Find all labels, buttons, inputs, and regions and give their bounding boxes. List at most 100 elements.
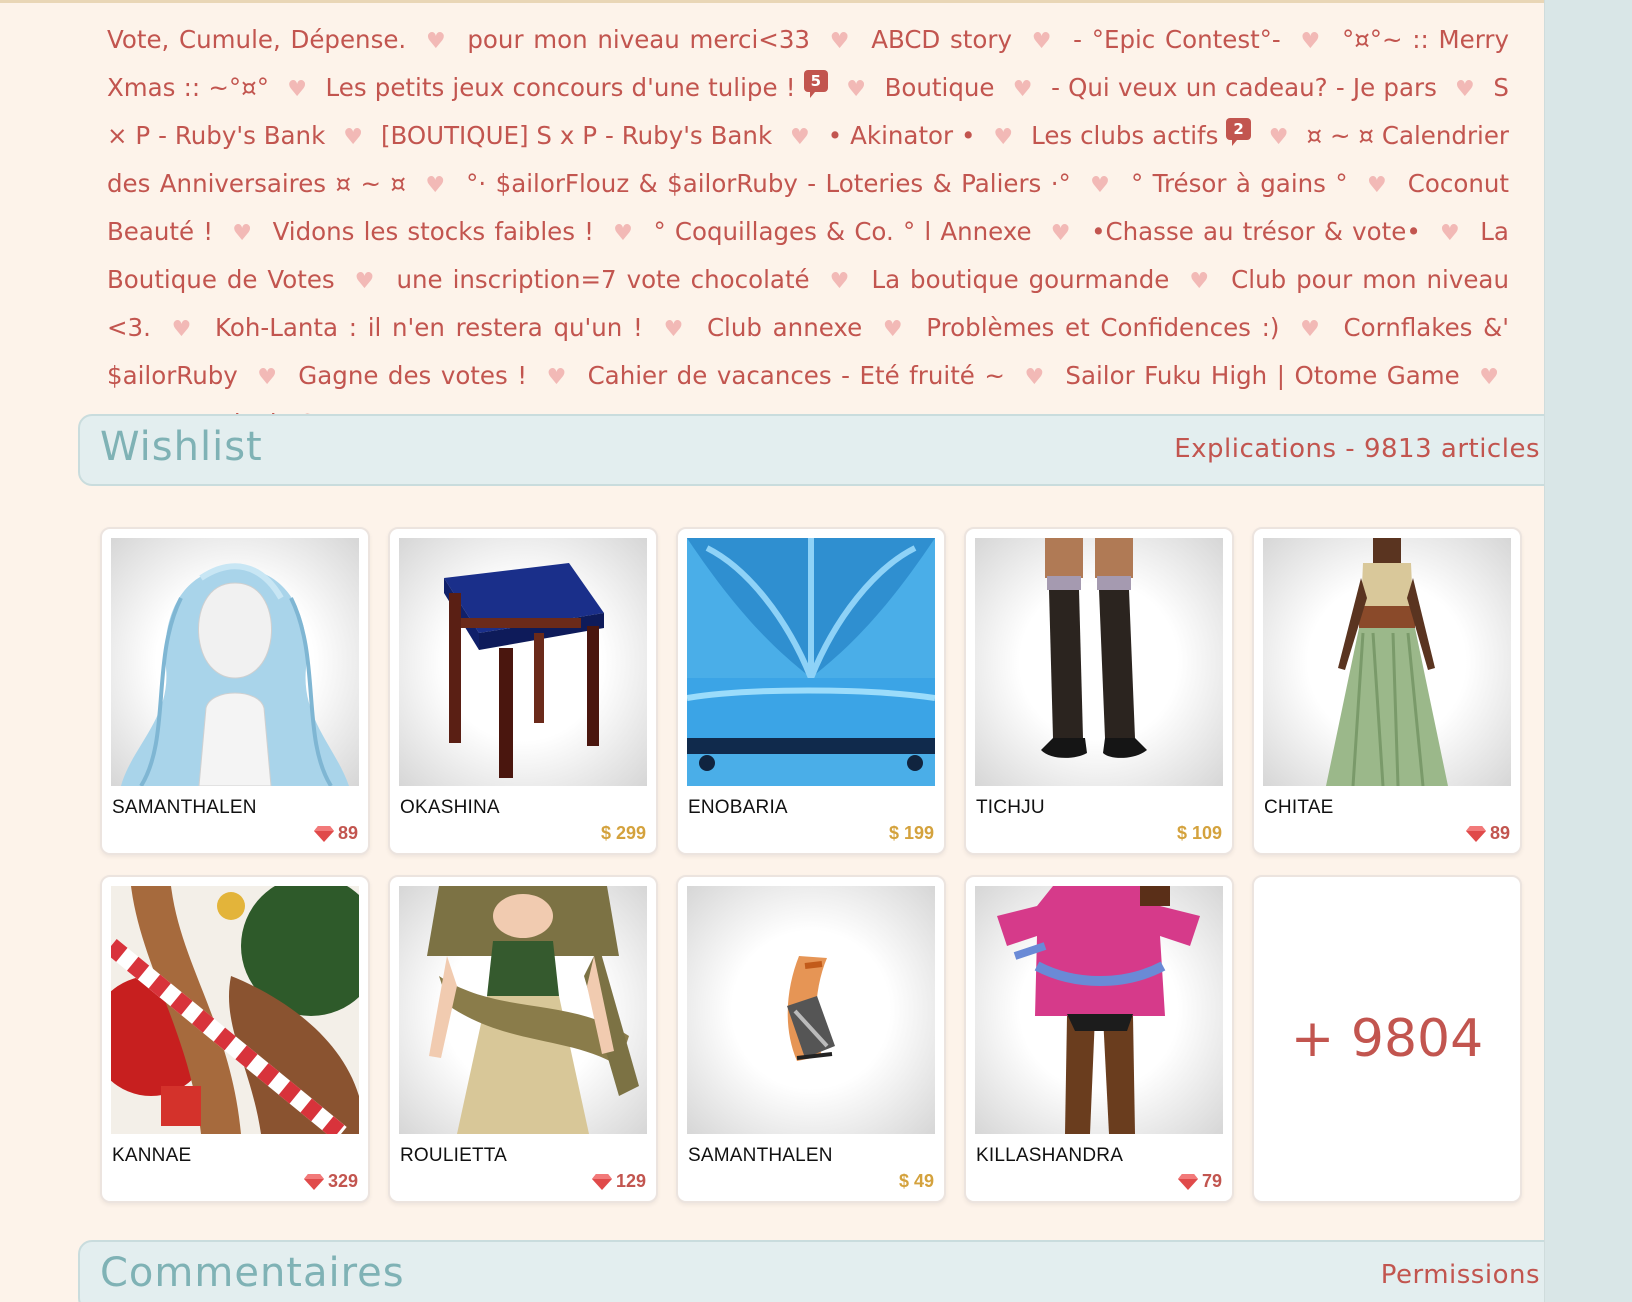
wishlist-grid: SAMANTHALEN 89 OKASHINA $ 299 ENOBARIA $…	[100, 527, 1525, 1203]
item-price: $ 299	[600, 823, 646, 843]
item-price: 89	[313, 823, 358, 847]
ruby-icon	[313, 826, 334, 847]
heart-separator-icon: ♥	[1300, 317, 1323, 342]
club-link[interactable]: • Akinator •	[828, 121, 976, 150]
club-link[interactable]: - Qui veux un cadeau? - Je pars	[1051, 73, 1437, 102]
item-price: $ 109	[1176, 823, 1222, 843]
club-link[interactable]: Problèmes et Confidences :)	[926, 313, 1279, 342]
sofa-item-icon	[687, 538, 935, 786]
club-link[interactable]: Gagne des votes !	[298, 361, 527, 390]
wishlist-more-button[interactable]: + 9804	[1252, 875, 1522, 1203]
ruby-icon	[591, 1174, 612, 1195]
item-creator[interactable]: CHITAE	[1264, 797, 1333, 819]
item-creator[interactable]: KANNAE	[112, 1145, 191, 1167]
wishlist-item[interactable]: CHITAE 89	[1252, 527, 1522, 855]
item-price: 79	[1177, 1171, 1222, 1195]
item-creator[interactable]: SAMANTHALEN	[112, 797, 257, 819]
item-price: 129	[591, 1171, 646, 1195]
comments-header: Commentaires Permissions	[78, 1240, 1562, 1302]
heart-separator-icon: ♥	[790, 125, 810, 150]
heart-separator-icon: ♥	[1031, 29, 1054, 54]
heart-separator-icon: ♥	[1090, 173, 1112, 198]
wishlist-header: Wishlist Explications - 9813 articles	[78, 414, 1562, 486]
ruby-icon	[1465, 826, 1486, 847]
club-link[interactable]: Koh-Lanta : il n'en restera qu'un !	[215, 313, 643, 342]
heart-separator-icon: ♥	[1012, 77, 1033, 102]
heart-separator-icon: ♥	[993, 125, 1014, 150]
club-message-badge[interactable]: 5	[803, 70, 829, 98]
christmas-item-icon	[111, 886, 359, 1134]
heart-separator-icon: ♥	[613, 221, 635, 246]
dress-item-icon	[1263, 538, 1511, 786]
heart-separator-icon: ♥	[829, 29, 852, 54]
heart-separator-icon: ♥	[1050, 221, 1072, 246]
heart-separator-icon: ♥	[287, 77, 308, 102]
heart-separator-icon: ♥	[829, 269, 852, 294]
club-link[interactable]: ° Coquillages & Co. ° l Annexe	[653, 217, 1031, 246]
heart-separator-icon: ♥	[232, 221, 254, 246]
heart-separator-icon: ♥	[425, 173, 447, 198]
heart-separator-icon: ♥	[343, 125, 364, 150]
item-creator[interactable]: ENOBARIA	[688, 797, 788, 819]
club-link[interactable]: Boutique	[885, 73, 995, 102]
wishlist-item[interactable]: SAMANTHALEN 89	[100, 527, 370, 855]
wishlist-item[interactable]: TICHJU $ 109	[964, 527, 1234, 855]
boots-item-icon	[975, 538, 1223, 786]
wishlist-item[interactable]: SAMANTHALEN $ 49	[676, 875, 946, 1203]
club-link[interactable]: - °Epic Contest°-	[1073, 25, 1281, 54]
item-creator[interactable]: KILLASHANDRA	[976, 1145, 1123, 1167]
hair-item-icon	[111, 538, 359, 786]
item-price: 329	[303, 1171, 358, 1195]
heart-separator-icon: ♥	[1189, 269, 1212, 294]
club-link[interactable]: Vote, Cumule, Dépense.	[107, 25, 406, 54]
heart-separator-icon: ♥	[171, 317, 195, 342]
table-item-icon	[399, 538, 647, 786]
wishlist-title: Wishlist	[100, 424, 263, 470]
club-link[interactable]: La boutique gourmande	[871, 265, 1169, 294]
club-link[interactable]: Sailor Fuku High | Otome Game	[1065, 361, 1459, 390]
club-link[interactable]: Cahier de vacances - Eté fruité ~	[588, 361, 1005, 390]
sweater-item-icon	[975, 886, 1223, 1134]
ruby-icon	[1177, 1174, 1198, 1195]
heart-separator-icon: ♥	[1479, 365, 1499, 390]
wishlist-item[interactable]: KILLASHANDRA 79	[964, 875, 1234, 1203]
club-link[interactable]: pour mon niveau merci<33	[467, 25, 810, 54]
club-link[interactable]: une inscription=7 vote chocolaté	[397, 265, 810, 294]
ruby-icon	[303, 1174, 324, 1195]
heart-separator-icon: ♥	[546, 365, 569, 390]
more-count: + 9804	[1290, 1009, 1484, 1069]
item-price: $ 199	[888, 823, 934, 843]
club-link[interactable]: [BOUTIQUE] S x P - Ruby's Bank	[381, 121, 772, 150]
club-link[interactable]: °· $ailorFlouz & $ailorRuby - Loteries &…	[466, 169, 1071, 198]
item-creator[interactable]: ROULIETTA	[400, 1145, 507, 1167]
gown-item-icon	[399, 886, 647, 1134]
heart-separator-icon: ♥	[882, 317, 906, 342]
club-link[interactable]: •Chasse au trésor & vote•	[1091, 217, 1421, 246]
heart-separator-icon: ♥	[663, 317, 687, 342]
club-link[interactable]: Les clubs actifs	[1031, 121, 1218, 150]
heart-separator-icon: ♥	[1300, 29, 1323, 54]
item-creator[interactable]: TICHJU	[976, 797, 1045, 819]
wishlist-item[interactable]: KANNAE 329	[100, 875, 370, 1203]
club-link[interactable]: ABCD story	[871, 25, 1012, 54]
comments-title: Commentaires	[100, 1250, 405, 1296]
comments-permissions-link[interactable]: Permissions	[1381, 1260, 1540, 1290]
wishlist-explanations-link[interactable]: Explications - 9813 articles	[1174, 434, 1540, 464]
club-message-badge[interactable]: 2	[1226, 118, 1251, 146]
club-link[interactable]: Vidons les stocks faibles !	[273, 217, 594, 246]
item-creator[interactable]: SAMANTHALEN	[688, 1145, 833, 1167]
wishlist-item[interactable]: ENOBARIA $ 199	[676, 527, 946, 855]
club-link[interactable]: Les petits jeux concours d'une tulipe !	[326, 73, 796, 102]
heart-separator-icon: ♥	[1439, 221, 1462, 246]
wishlist-item[interactable]: OKASHINA $ 299	[388, 527, 658, 855]
club-link[interactable]: ° Trésor à gains °	[1131, 169, 1348, 198]
heart-separator-icon: ♥	[1268, 125, 1289, 150]
item-price: 89	[1465, 823, 1510, 847]
item-price: $ 49	[898, 1171, 934, 1191]
item-creator[interactable]: OKASHINA	[400, 797, 500, 819]
heart-separator-icon: ♥	[354, 269, 377, 294]
wishlist-item[interactable]: ROULIETTA 129	[388, 875, 658, 1203]
heart-separator-icon: ♥	[257, 365, 279, 390]
club-link[interactable]: Club annexe	[707, 313, 862, 342]
heart-separator-icon: ♥	[846, 77, 867, 102]
